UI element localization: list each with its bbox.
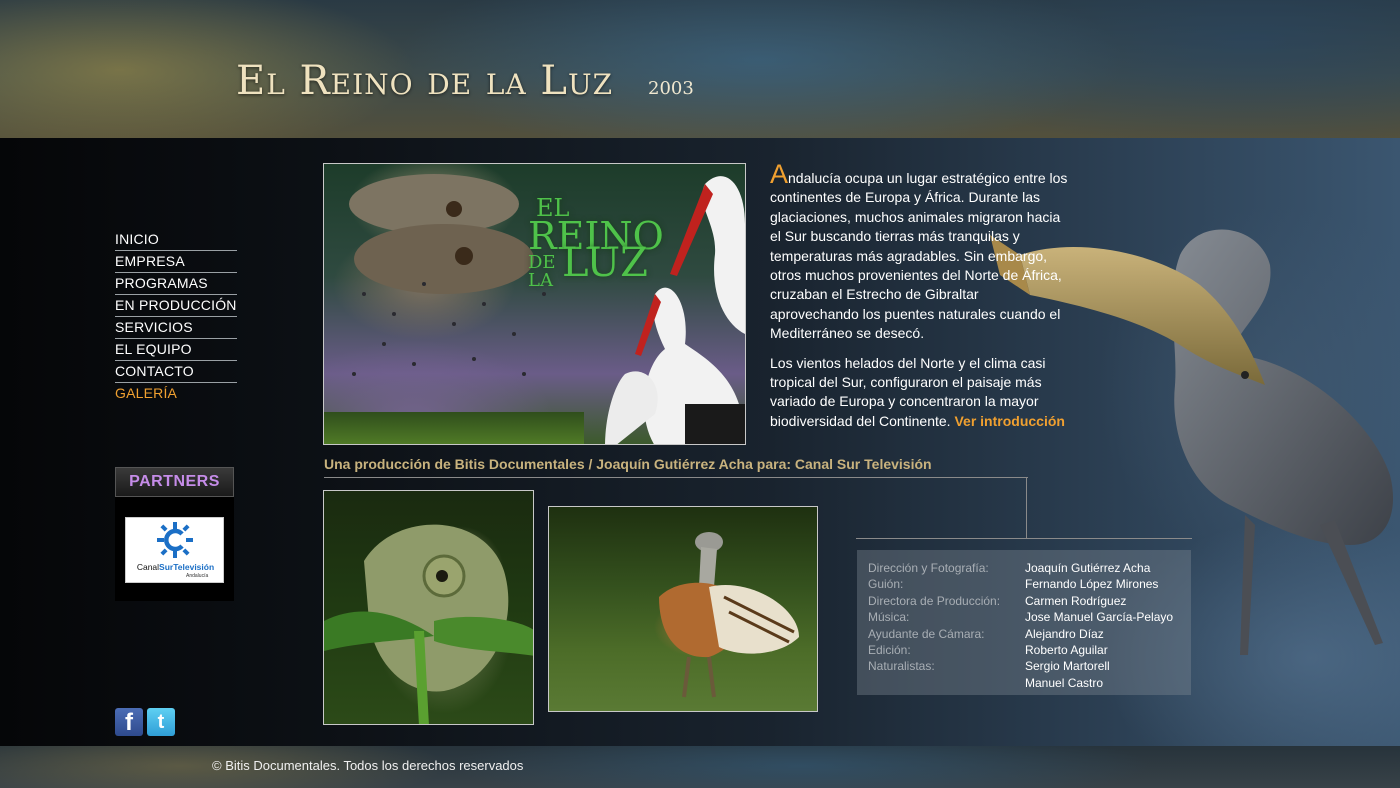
crew-name: Roberto Aguilar [1025, 643, 1108, 657]
chameleon-image [324, 524, 533, 724]
canal-text-a: Canal [136, 562, 160, 572]
crew-role: Música: [868, 610, 910, 625]
twitter-icon[interactable]: t [147, 708, 175, 736]
page-title: El Reino de la Luz [236, 58, 614, 104]
gallery-photo-bustard[interactable] [548, 506, 818, 712]
hero-image: EL REINO DE LA LUZ [323, 163, 746, 445]
nav-item-programas[interactable]: PROGRAMAS [115, 273, 237, 295]
nav-item-el-equipo[interactable]: EL EQUIPO [115, 339, 237, 361]
header-background [0, 0, 1400, 138]
crew-role: Directora de Producción: [868, 593, 1001, 608]
divider-line-vertical [1026, 477, 1027, 539]
crew-role: Guión: [868, 577, 904, 592]
nav-item-galeria[interactable]: GALERÍA [115, 383, 237, 404]
canal-text-c: Televisión [173, 562, 215, 572]
intro-paragraph-2: Los vientos helados del Norte y el clima… [770, 354, 1070, 432]
footer-copyright: © Bitis Documentales. Todos los derechos… [212, 758, 524, 773]
facebook-icon[interactable]: f [115, 708, 143, 736]
crew-name: Jose Manuel García-Pelayo [1025, 610, 1174, 625]
canal-sur-icon [157, 522, 193, 558]
crew-name: Alejandro Díaz [1025, 626, 1104, 641]
nav-item-inicio[interactable]: INICIO [115, 229, 237, 251]
production-credit: Una producción de Bitis Documentales / J… [324, 456, 932, 472]
crew-row: Dirección y Fotografía: Joaquín Gutiérrez… [868, 560, 1150, 576]
canal-text-b: Sur [159, 562, 174, 572]
hero-logo-la: LA [528, 270, 553, 291]
divider-line [324, 477, 1028, 478]
crew-row: Directora de Producción: Carmen Rodríguez [868, 593, 1126, 609]
divider-line-crew [856, 538, 1192, 539]
canal-sur-logo[interactable]: CanalSurTelevisión Andalucía [125, 517, 224, 583]
crew-role: Edición: [868, 643, 911, 657]
intro-text: Andalucía ocupa un lugar estratégico ent… [770, 161, 1070, 441]
page-year: 2003 [648, 78, 694, 99]
partners-label: PARTNERS [115, 467, 234, 497]
main-nav: INICIO EMPRESA PROGRAMAS EN PRODUCCIÓN S… [115, 229, 237, 404]
hero-logo-luz: LUZ [562, 240, 648, 286]
nav-item-servicios[interactable]: SERVICIOS [115, 317, 237, 339]
intro-dropcap: A [770, 159, 789, 189]
bustard-image [659, 532, 799, 698]
crew-name: Manuel Castro [1025, 675, 1104, 690]
crew-row: Guión: Fernando López Mirones [868, 576, 1158, 592]
canal-sur-logo-text: CanalSurTelevisión [128, 562, 223, 572]
gallery-photo-chameleon[interactable] [323, 490, 534, 725]
crew-row: Naturalistas: Sergio Martorell [868, 658, 1110, 674]
intro-paragraph-1: Andalucía ocupa un lugar estratégico ent… [770, 161, 1070, 344]
crew-row: Música: Jose Manuel García-Pelayo [868, 609, 1173, 625]
intro-paragraph-1-text: ndalucía ocupa un lugar estratégico entr… [770, 170, 1068, 342]
partners-box: PARTNERS CanalSurTelevisión Andalucía [115, 467, 234, 601]
crew-name: Sergio Martorell [1025, 659, 1110, 674]
nav-item-empresa[interactable]: EMPRESA [115, 251, 237, 273]
crew-row: Ayudante de Cámara: Alejandro Díaz [868, 626, 1104, 642]
crew-role: Ayudante de Cámara: [868, 626, 985, 641]
nav-item-contacto[interactable]: CONTACTO [115, 361, 237, 383]
crew-credits: Dirección y Fotografía: Joaquín Gutiérrez… [857, 550, 1191, 695]
storks-image [605, 176, 745, 444]
nav-item-en-produccion[interactable]: EN PRODUCCIÓN [115, 295, 237, 317]
ver-introduccion-link[interactable]: Ver introducción [954, 413, 1064, 429]
hero-ground [324, 412, 584, 444]
crew-name: Fernando López Mirones [1025, 577, 1159, 592]
crew-row: Edición: Roberto Aguilar [868, 642, 1108, 658]
crew-name: Joaquín Gutiérrez Acha [1025, 561, 1151, 575]
crew-name: Carmen Rodríguez [1025, 593, 1127, 608]
crew-role: Naturalistas: [868, 659, 935, 674]
footer-background [0, 746, 1400, 788]
canal-sur-sub: Andalucía [186, 573, 209, 579]
crew-role: Dirección y Fotografía: [868, 561, 989, 575]
